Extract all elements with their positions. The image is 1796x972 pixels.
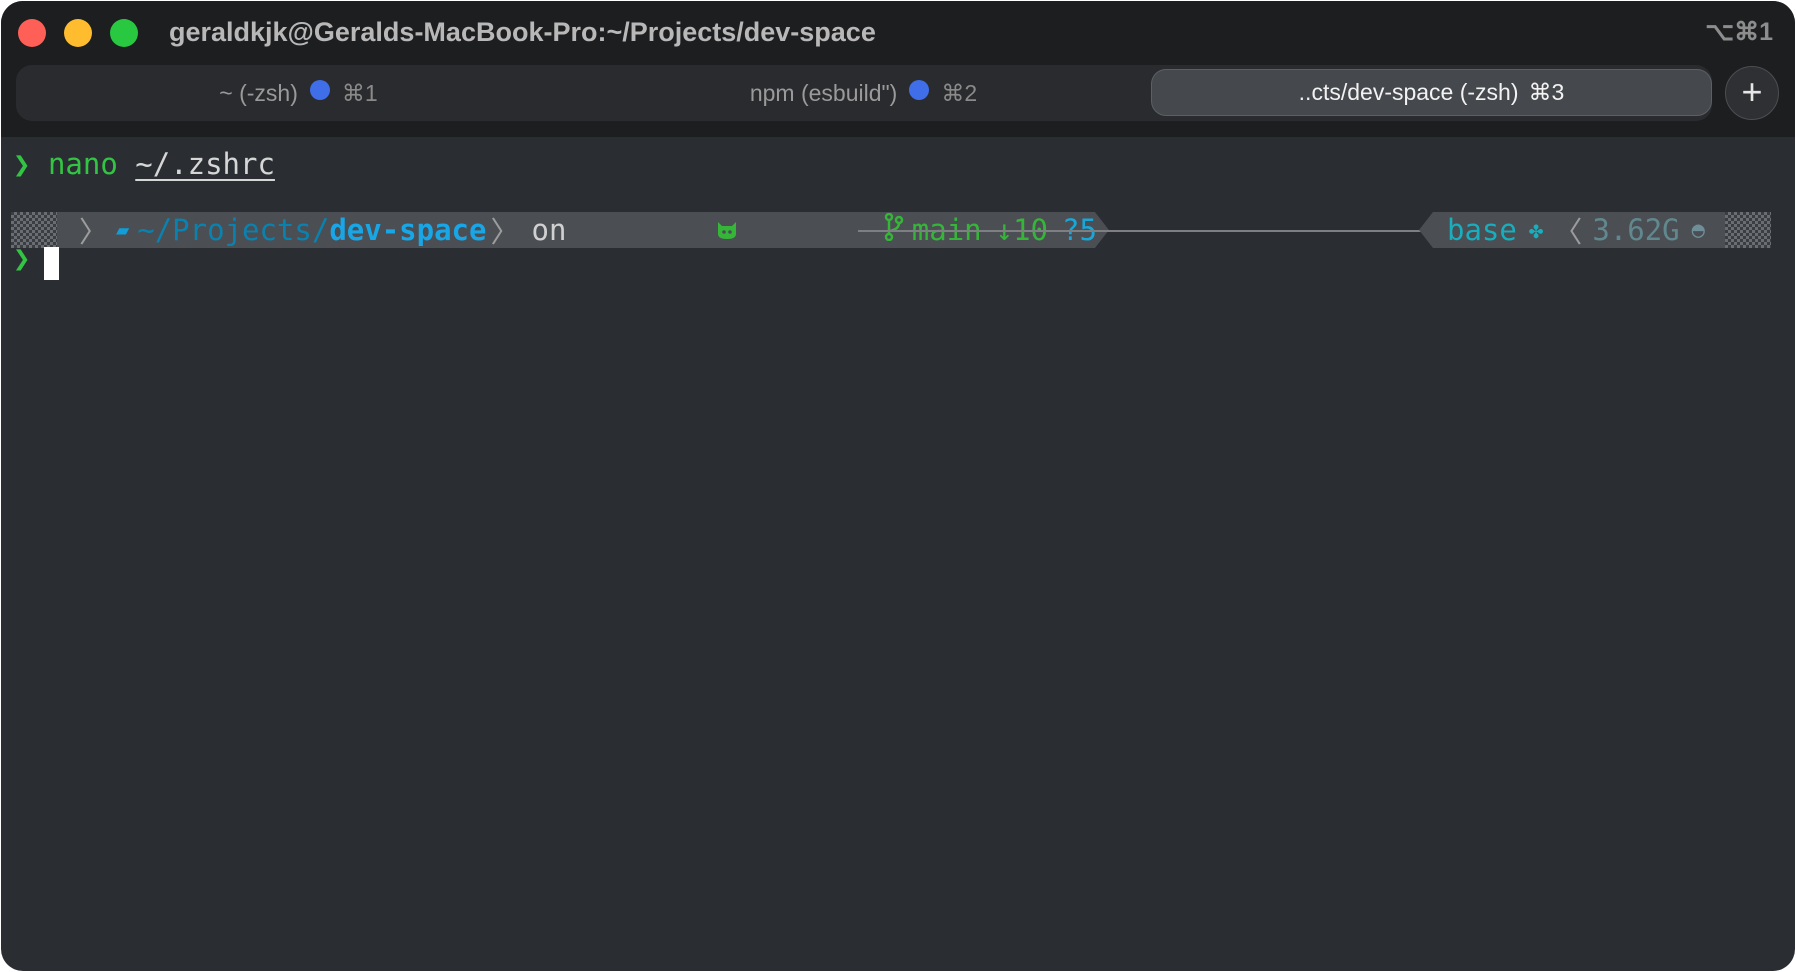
command-argument: ~/.zshrc: [135, 147, 275, 181]
terminal-content[interactable]: ❯ nano ~/.zshrc 〉 ▰ ~/Projects/dev-space…: [1, 137, 1795, 971]
new-tab-button[interactable]: +: [1725, 66, 1779, 120]
dither-decoration: [1725, 212, 1771, 248]
separator-icon: 〉: [79, 215, 109, 249]
tab-npm-esbuild[interactable]: npm (esbuild") ⌘2: [581, 65, 1146, 121]
gauge-icon: ◓: [1691, 217, 1705, 243]
conda-env: base: [1447, 213, 1517, 247]
minimize-button[interactable]: [64, 19, 92, 47]
tab-shortcut: ⌘1: [341, 79, 378, 106]
path-current: dev-space: [329, 213, 487, 247]
github-cat-icon: [576, 179, 738, 281]
python-icon: ✤: [1528, 216, 1544, 244]
prompt-line: ❯: [13, 241, 30, 275]
terminal-window: geraldkjk@Geralds-MacBook-Pro:~/Projects…: [1, 1, 1795, 971]
tab-shortcut: ⌘2: [941, 79, 978, 106]
separator-icon: 〉: [490, 215, 520, 249]
on-label: on: [531, 213, 567, 247]
folder-icon: ▰: [116, 217, 130, 243]
tab-dev-space[interactable]: ..cts/dev-space (-zsh) ⌘3: [1151, 69, 1712, 116]
window-title: geraldkjk@Geralds-MacBook-Pro:~/Projects…: [169, 17, 876, 47]
zoom-button[interactable]: [110, 19, 138, 47]
memory-usage: 3.62G: [1592, 213, 1680, 247]
title-bar: geraldkjk@Geralds-MacBook-Pro:~/Projects…: [1, 1, 1795, 137]
prompt-chevron-icon: ❯: [13, 241, 31, 275]
separator-icon: 〈: [1553, 215, 1583, 249]
activity-dot-icon: [909, 80, 930, 100]
prompt-chevron-icon: ❯: [13, 147, 31, 181]
prompt-right-segment: base ✤ 〈 3.62G ◓: [1419, 212, 1771, 248]
path-prefix: ~/Projects/: [137, 213, 330, 247]
tab-bar: ~ (-zsh) ⌘1 npm (esbuild") ⌘2 ..cts/dev-…: [16, 65, 1712, 121]
tab-shortcut: ⌘3: [1528, 79, 1565, 105]
tab-label: npm (esbuild"): [749, 79, 898, 106]
tab-label: ..cts/dev-space (-zsh): [1298, 79, 1519, 105]
command-line: ❯ nano ~/.zshrc: [13, 147, 275, 181]
prompt-fill-line: [858, 230, 1424, 232]
tab-zsh-home[interactable]: ~ (-zsh) ⌘1: [16, 65, 581, 121]
window-shortcut: ⌥⌘1: [1705, 18, 1773, 46]
tab-label: ~ (-zsh): [219, 79, 298, 106]
activity-dot-icon: [309, 80, 330, 100]
command-name: nano: [47, 147, 118, 181]
close-button[interactable]: [18, 19, 46, 47]
text-cursor: [44, 247, 59, 280]
